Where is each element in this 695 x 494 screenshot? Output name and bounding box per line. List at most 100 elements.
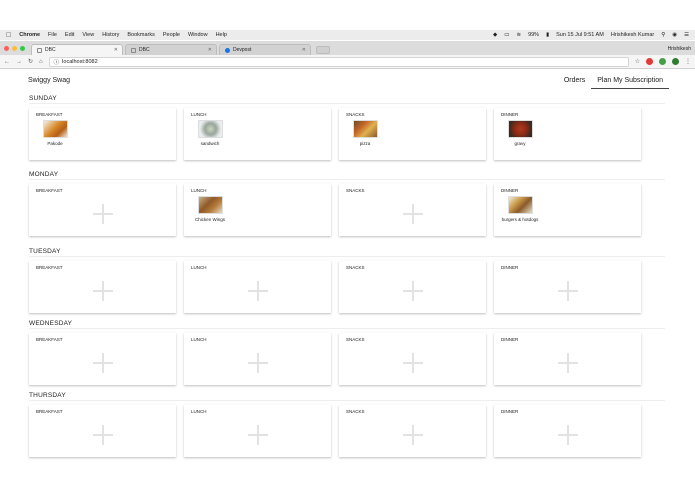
siri-icon[interactable]: ◉: [672, 32, 677, 38]
menu-help[interactable]: Help: [216, 32, 227, 38]
food-name: sandwich: [200, 141, 220, 146]
meal-card-lunch[interactable]: LUNCH: [184, 333, 331, 385]
day-title: THURSDAY: [29, 392, 665, 401]
menu-file[interactable]: File: [48, 32, 57, 38]
meal-card-snacks[interactable]: SNACKS: [339, 184, 486, 236]
add-meal-plus-icon[interactable]: [92, 425, 113, 445]
minimize-window-icon[interactable]: [12, 46, 17, 51]
notification-center-icon[interactable]: ☰: [684, 32, 689, 38]
add-meal-plus-icon[interactable]: [402, 425, 423, 445]
extension-grammarly-icon[interactable]: [672, 58, 679, 65]
devpost-icon: [225, 47, 230, 53]
close-window-icon[interactable]: [4, 46, 9, 51]
close-tab-icon[interactable]: ✕: [302, 47, 306, 53]
food-name: gravy: [514, 141, 526, 146]
add-meal-plus-icon[interactable]: [557, 281, 578, 301]
food-image[interactable]: [42, 120, 68, 138]
nav-plan-subscription[interactable]: Plan My Subscription: [591, 74, 669, 89]
menu-people[interactable]: People: [163, 32, 180, 38]
url-text[interactable]: localhost:8082: [62, 59, 97, 65]
meal-card-dinner[interactable]: DINNER: [494, 405, 641, 457]
reload-icon[interactable]: ↻: [28, 58, 33, 65]
add-meal-plus-icon[interactable]: [92, 353, 113, 373]
add-meal-plus-icon[interactable]: [402, 353, 423, 373]
food-item[interactable]: Chicken Wings: [186, 196, 234, 222]
nav-orders[interactable]: Orders: [558, 74, 591, 89]
tab-dbc-2[interactable]: DBC ✕: [125, 44, 217, 55]
info-icon[interactable]: ⓘ: [54, 58, 60, 66]
meal-card-lunch[interactable]: LUNCH sandwich: [184, 108, 331, 160]
food-item[interactable]: pizza: [341, 120, 389, 146]
add-meal-plus-icon[interactable]: [557, 353, 578, 373]
food-image[interactable]: [197, 120, 223, 138]
meal-card-snacks[interactable]: SNACKS: [339, 261, 486, 313]
tab-devpost[interactable]: Devpost ✕: [219, 44, 311, 55]
user-name[interactable]: Hrishikesh Kumar: [611, 32, 654, 38]
meal-label: LUNCH: [191, 337, 207, 342]
zoom-window-icon[interactable]: [20, 46, 25, 51]
tab-dbc-1[interactable]: DBC ✕: [31, 44, 123, 55]
clock[interactable]: Sun 15 Jul 9:51 AM: [556, 32, 604, 38]
meal-card-breakfast[interactable]: BREAKFAST: [29, 333, 176, 385]
meal-card-dinner[interactable]: DINNER: [494, 333, 641, 385]
new-tab-button[interactable]: [316, 46, 330, 54]
meal-card-dinner[interactable]: DINNER: [494, 261, 641, 313]
food-item[interactable]: Pakode: [31, 120, 79, 146]
add-meal-plus-icon[interactable]: [92, 281, 113, 301]
menu-bookmarks[interactable]: Bookmarks: [127, 32, 155, 38]
food-name: pizza: [359, 141, 371, 146]
add-meal-plus-icon[interactable]: [247, 425, 268, 445]
meal-card-breakfast[interactable]: BREAKFAST: [29, 405, 176, 457]
menu-view[interactable]: View: [82, 32, 94, 38]
add-meal-plus-icon[interactable]: [402, 281, 423, 301]
meal-card-dinner[interactable]: DINNER gravy: [494, 108, 641, 160]
home-icon[interactable]: ⌂: [39, 59, 43, 65]
battery-percent[interactable]: 99%: [528, 32, 539, 38]
menu-window[interactable]: Window: [188, 32, 208, 38]
food-image[interactable]: [507, 196, 533, 214]
bookmark-star-icon[interactable]: ☆: [635, 58, 640, 65]
add-meal-plus-icon[interactable]: [247, 281, 268, 301]
extension-adblock-icon[interactable]: [646, 58, 653, 65]
dropbox-icon[interactable]: ◆: [493, 32, 497, 38]
food-item[interactable]: sandwich: [186, 120, 234, 146]
extension-green-icon[interactable]: [659, 58, 666, 65]
meal-label: DINNER: [501, 188, 519, 193]
brand-logo[interactable]: Swiggy Swag: [28, 77, 70, 84]
address-bar[interactable]: ⓘ localhost:8082: [48, 56, 629, 67]
meal-card-lunch[interactable]: LUNCH: [184, 261, 331, 313]
meal-card-snacks[interactable]: SNACKS: [339, 405, 486, 457]
close-tab-icon[interactable]: ✕: [114, 47, 118, 53]
add-meal-plus-icon[interactable]: [557, 425, 578, 445]
meal-card-snacks[interactable]: SNACKS: [339, 333, 486, 385]
add-meal-plus-icon[interactable]: [247, 353, 268, 373]
add-meal-plus-icon[interactable]: [92, 204, 113, 224]
display-icon[interactable]: ▭: [504, 32, 509, 38]
chrome-menu-icon[interactable]: ⋮: [685, 58, 691, 65]
forward-icon[interactable]: →: [16, 59, 22, 65]
meal-card-breakfast[interactable]: BREAKFAST: [29, 261, 176, 313]
food-image[interactable]: [507, 120, 533, 138]
apple-icon[interactable]: : [6, 32, 11, 39]
spotlight-icon[interactable]: ⚲: [661, 32, 665, 38]
profile-button[interactable]: Hrishikesh: [668, 46, 691, 52]
back-icon[interactable]: ←: [4, 59, 10, 65]
meal-label: BREAKFAST: [36, 337, 63, 342]
close-tab-icon[interactable]: ✕: [208, 47, 212, 53]
menu-app-name[interactable]: Chrome: [19, 32, 40, 38]
food-item[interactable]: gravy: [496, 120, 544, 146]
food-image[interactable]: [352, 120, 378, 138]
meal-card-breakfast[interactable]: BREAKFAST: [29, 184, 176, 236]
battery-icon[interactable]: ▮: [546, 32, 549, 38]
menu-edit[interactable]: Edit: [65, 32, 74, 38]
food-item[interactable]: burgers & hotdogs: [496, 196, 544, 222]
meal-card-lunch[interactable]: LUNCH Chicken Wings: [184, 184, 331, 236]
meal-card-dinner[interactable]: DINNER burgers & hotdogs: [494, 184, 641, 236]
food-image[interactable]: [197, 196, 223, 214]
meal-card-breakfast[interactable]: BREAKFAST Pakode: [29, 108, 176, 160]
add-meal-plus-icon[interactable]: [402, 204, 423, 224]
menu-history[interactable]: History: [102, 32, 119, 38]
meal-card-lunch[interactable]: LUNCH: [184, 405, 331, 457]
wifi-icon[interactable]: ≋: [516, 32, 521, 38]
meal-card-snacks[interactable]: SNACKS pizza: [339, 108, 486, 160]
